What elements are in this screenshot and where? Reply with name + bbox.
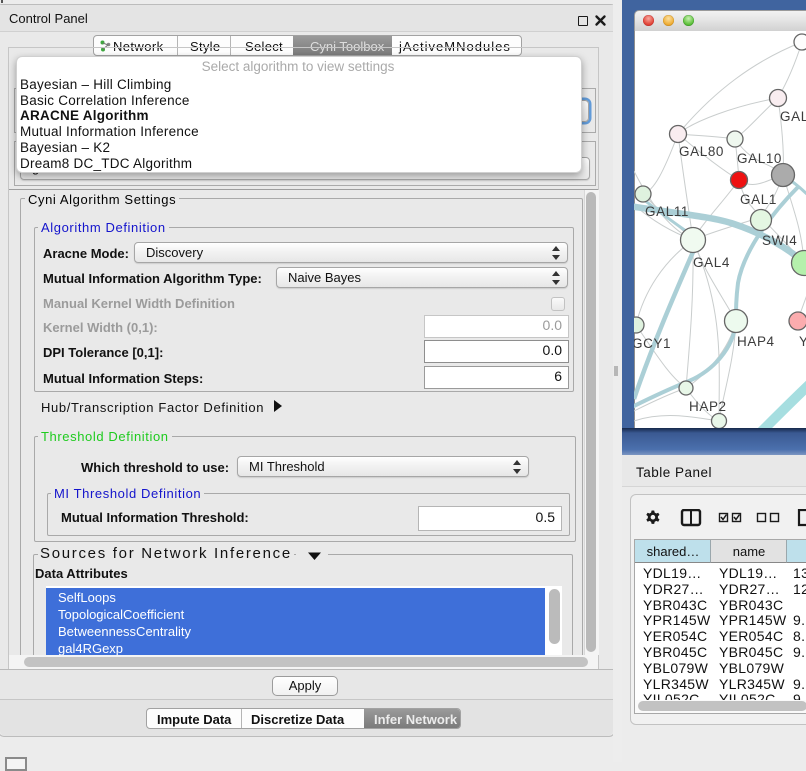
svg-text:GAL4: GAL4: [693, 255, 730, 270]
svg-text:HAP4: HAP4: [737, 334, 775, 349]
svg-text:GAL10: GAL10: [737, 151, 782, 166]
svg-text:HAP2: HAP2: [689, 399, 727, 414]
svg-text:SWI4: SWI4: [762, 233, 797, 248]
svg-text:GCY1: GCY1: [634, 336, 671, 351]
svg-text:GAL80: GAL80: [679, 144, 724, 159]
svg-text:GAL1: GAL1: [740, 192, 777, 207]
svg-text:GAL: GAL: [780, 109, 806, 124]
svg-text:Y: Y: [799, 334, 806, 349]
svg-text:GAL11: GAL11: [645, 204, 689, 219]
